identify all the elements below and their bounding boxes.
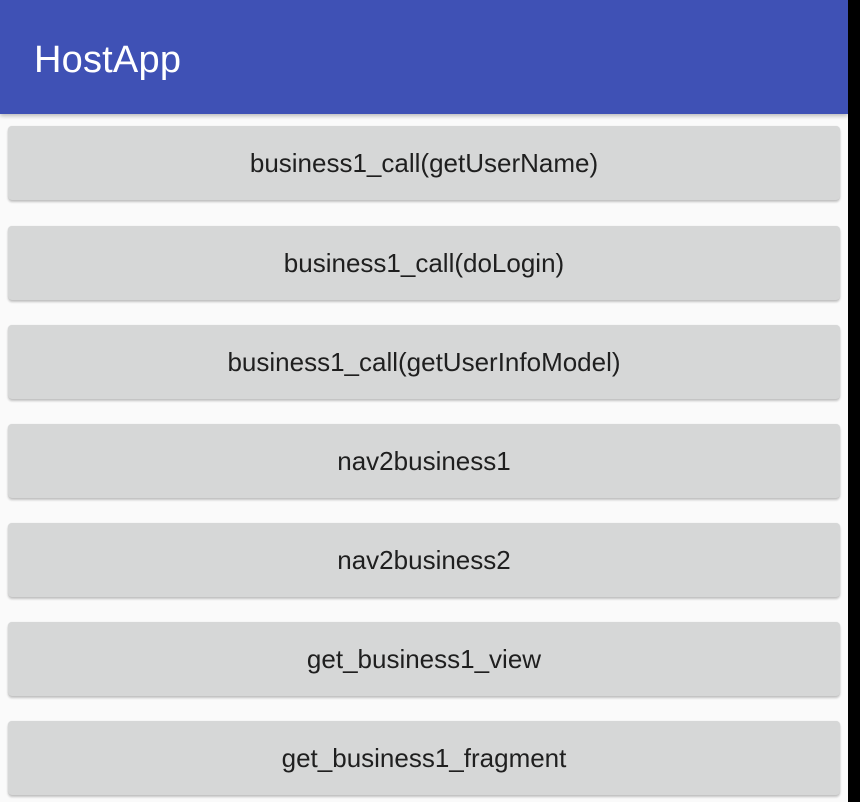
screen-edge <box>848 0 860 802</box>
button-list: business1_call(getUserName) business1_ca… <box>0 0 848 802</box>
get-business1-fragment-button[interactable]: get_business1_fragment <box>8 721 840 795</box>
business1-call-do-login-button[interactable]: business1_call(doLogin) <box>8 226 840 300</box>
nav2business1-button[interactable]: nav2business1 <box>8 424 840 498</box>
nav2business2-button[interactable]: nav2business2 <box>8 523 840 597</box>
app-bar: HostApp <box>0 0 848 114</box>
app-title: HostApp <box>34 39 182 81</box>
business1-call-get-user-name-button[interactable]: business1_call(getUserName) <box>8 126 840 200</box>
business1-call-get-user-info-model-button[interactable]: business1_call(getUserInfoModel) <box>8 325 840 399</box>
get-business1-view-button[interactable]: get_business1_view <box>8 622 840 696</box>
app-screen: HostApp business1_call(getUserName) busi… <box>0 0 848 802</box>
